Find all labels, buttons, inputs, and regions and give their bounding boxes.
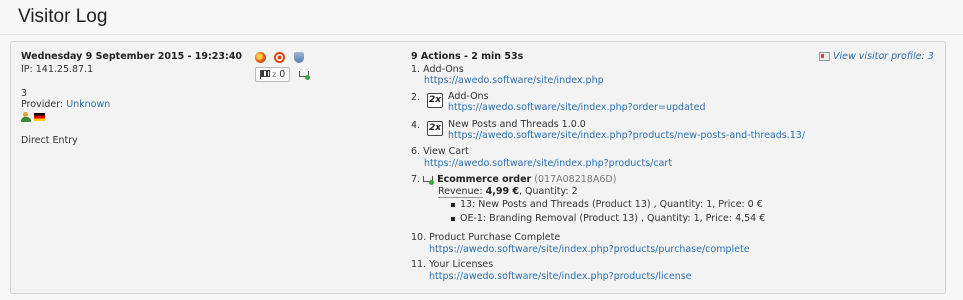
action-url[interactable]: https://awedo.software/site/index.php?pr… (429, 244, 750, 255)
action-title: View Cart (423, 146, 469, 157)
action-url[interactable]: https://awedo.software/site/index.php?pr… (424, 158, 672, 169)
ecommerce-order: 7. Ecommerce order (017A08218A6D) (411, 174, 616, 185)
visitor-number: 3 (21, 88, 28, 99)
action-index: 4. (411, 120, 421, 131)
visit-card: Wednesday 9 September 2015 - 19:23:40 IP… (10, 41, 946, 294)
visitor-icons (21, 111, 46, 122)
action-index: 11. (411, 259, 427, 270)
action-index: 7. (411, 174, 421, 185)
referrer: Direct Entry (21, 135, 78, 146)
ecommerce-revenue: Revenue: 4,99 €, Quantity: 2 (438, 186, 578, 198)
action-index: 1. (411, 64, 421, 75)
actions-summary: 9 Actions - 2 min 53s (411, 51, 524, 62)
ecommerce-cart-icon (423, 175, 435, 185)
view-profile[interactable]: View visitor profile: 3 (819, 51, 934, 62)
country-flag-icon (34, 112, 46, 121)
firefox-icon (255, 52, 266, 63)
ecommerce-item-text: OE-1: Branding Removal (Product 13) , Qu… (460, 213, 766, 224)
action-url[interactable]: https://awedo.software/site/index.php (424, 75, 604, 86)
repeat-badge: 2x (427, 121, 443, 136)
action-title: Product Purchase Complete (429, 232, 561, 243)
action-item: 1. Add-Ons (411, 64, 464, 75)
revenue-label: Revenue: (438, 186, 483, 198)
goal-flag-icon (260, 70, 270, 79)
action-index: 10. (411, 232, 427, 243)
goals-box: z 0 (255, 67, 311, 82)
plugin-icon (294, 52, 305, 63)
action-title: Add-Ons (448, 91, 489, 102)
action-title: Add-Ons (423, 64, 464, 75)
visit-datetime: Wednesday 9 September 2015 - 19:23:40 (21, 51, 243, 62)
returning-visitor-icon (21, 111, 31, 122)
action-url[interactable]: https://awedo.software/site/index.php?pr… (429, 271, 692, 282)
revenue-value: 4,99 € (485, 186, 519, 197)
action-title: Your Licenses (429, 259, 494, 270)
action-url[interactable]: https://awedo.software/site/index.php?pr… (448, 130, 805, 141)
action-index: 6. (411, 146, 421, 157)
page-title: Visitor Log (18, 6, 108, 27)
order-quantity: , Quantity: 2 (518, 186, 578, 197)
goals-count: 0 (279, 69, 286, 80)
visitor-ip: IP: 141.25.87.1 (21, 64, 94, 75)
ecommerce-item: OE-1: Branding Removal (Product 13) , Qu… (451, 213, 765, 224)
action-title: New Posts and Threads 1.0.0 (448, 119, 586, 130)
action-item: 6. View Cart (411, 146, 469, 157)
provider-link[interactable]: Unknown (66, 99, 110, 110)
visitor-profile-icon (819, 52, 830, 61)
ecommerce-item-text: 13: New Posts and Threads (Product 13) ,… (460, 199, 763, 210)
action-index: 2. (411, 92, 421, 103)
repeat-badge: 2x (427, 93, 443, 108)
view-profile-link[interactable]: View visitor profile: 3 (833, 51, 934, 62)
action-item: 11. Your Licenses (411, 259, 493, 270)
action-url[interactable]: https://awedo.software/site/index.php?or… (448, 102, 705, 113)
action-item: 10. Product Purchase Complete (411, 232, 560, 243)
cart-icon (299, 70, 311, 80)
visitor-provider: Provider: Unknown (21, 99, 110, 110)
provider-label: Provider: (21, 99, 64, 110)
ecommerce-order-id: (017A08218A6D) (534, 174, 617, 185)
ecommerce-item: 13: New Posts and Threads (Product 13) ,… (451, 199, 763, 210)
device-icons (255, 52, 305, 63)
ubuntu-icon (274, 52, 286, 63)
title-divider (0, 34, 963, 35)
ecommerce-title: Ecommerce order (437, 174, 532, 185)
